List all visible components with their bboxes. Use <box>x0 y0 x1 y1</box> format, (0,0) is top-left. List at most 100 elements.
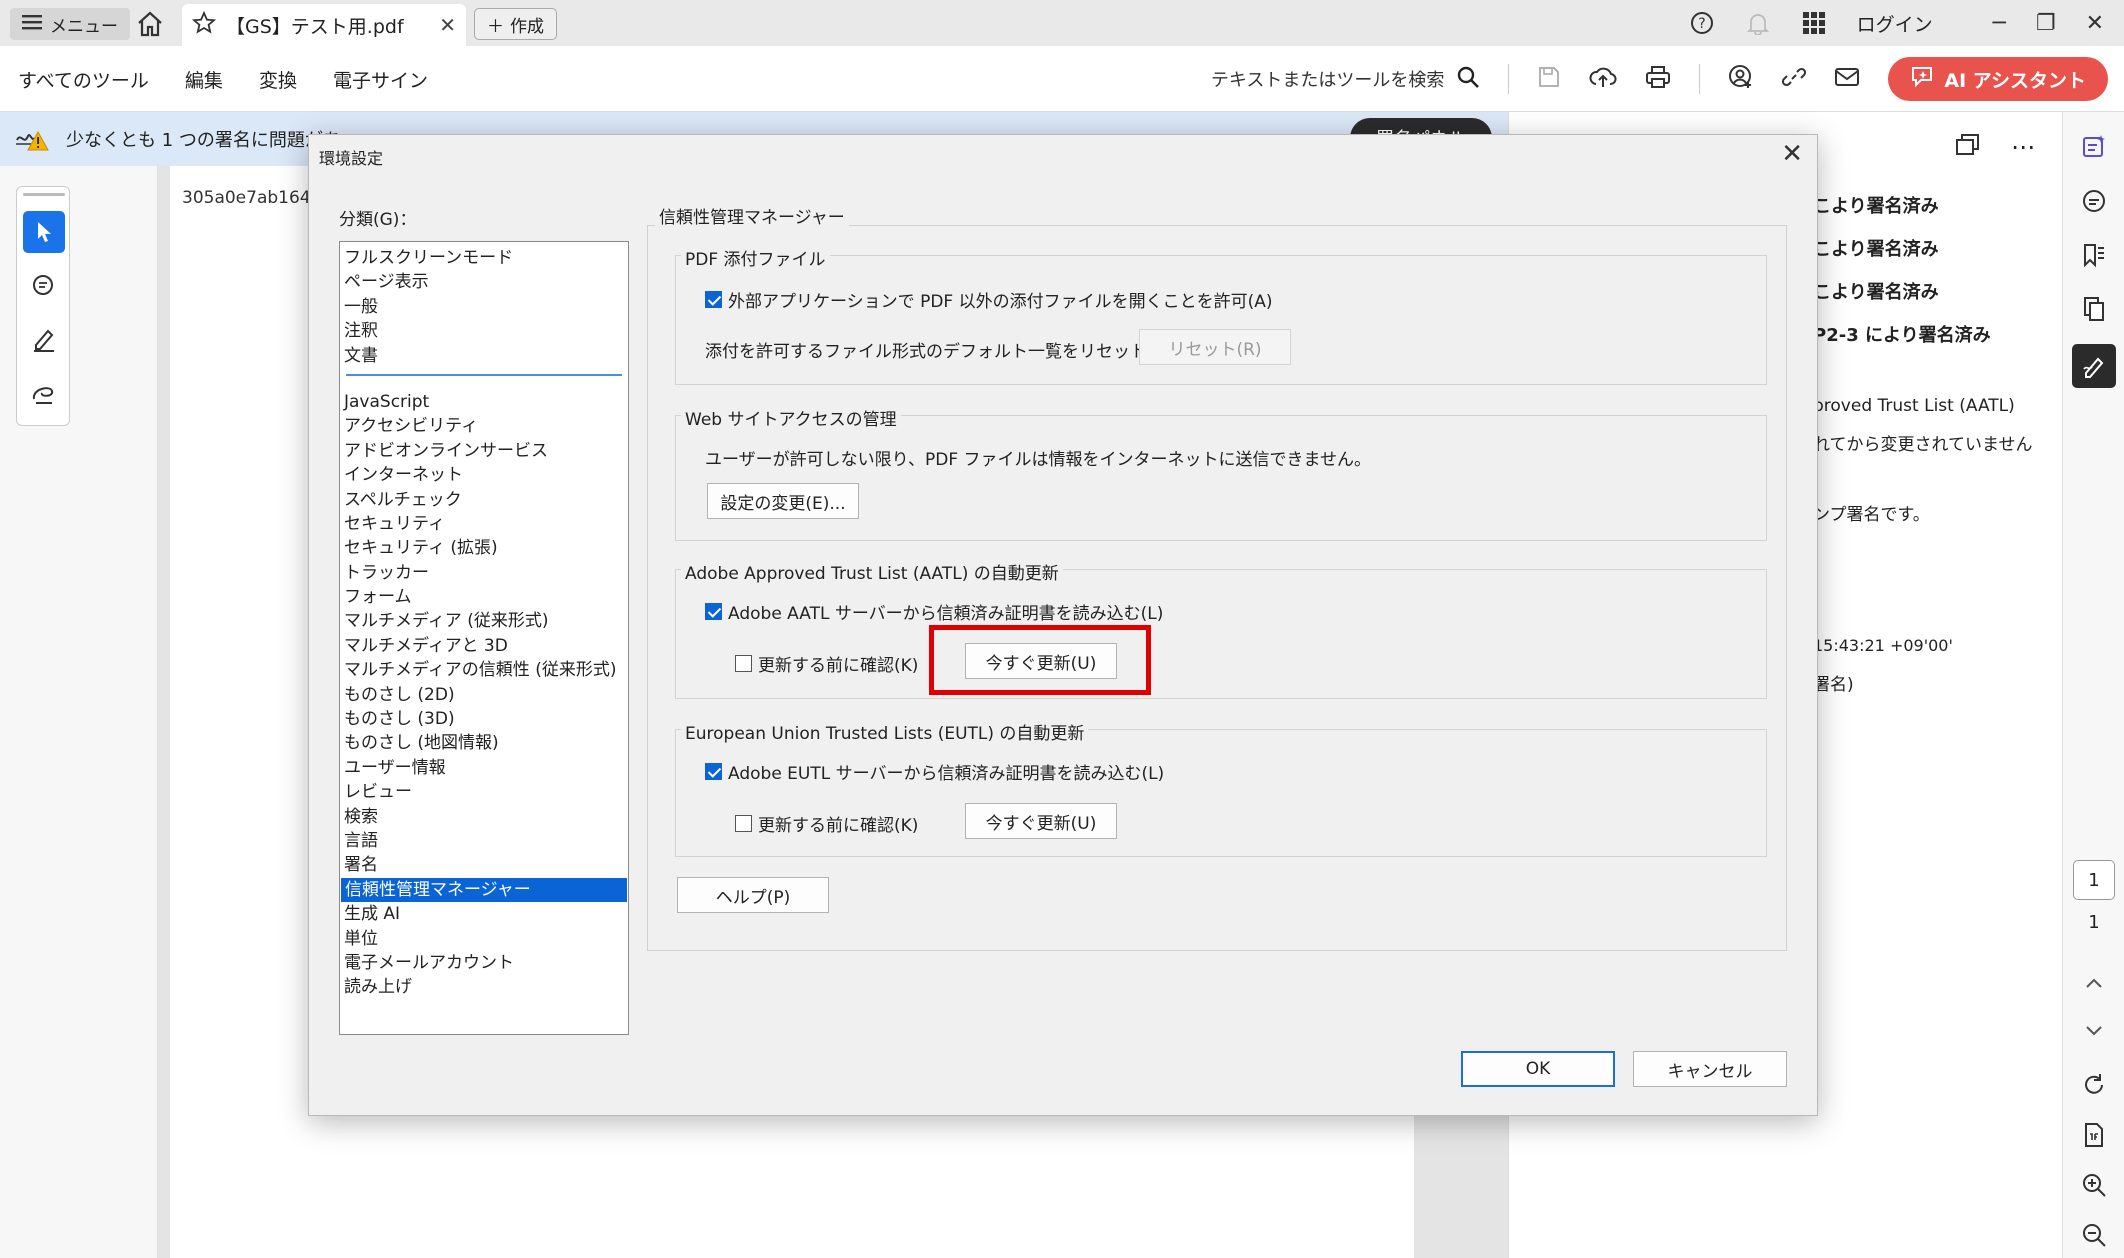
panel-popout-icon[interactable] <box>1955 132 1981 161</box>
help-button[interactable]: ヘルプ(P) <box>677 877 829 913</box>
share-user-icon[interactable] <box>1728 64 1754 95</box>
category-item[interactable]: アクセシビリティ <box>340 414 628 438</box>
category-item[interactable]: マルチメディアの信頼性 (従来形式) <box>340 658 628 682</box>
aatl-confirm-checkbox[interactable] <box>735 655 752 672</box>
category-item[interactable]: JavaScript <box>340 390 628 414</box>
aatl-load-row[interactable]: Adobe AATL サーバーから信頼済み証明書を読み込む(L) <box>705 599 1163 624</box>
reset-description: 添付を許可するファイル形式のデフォルト一覧をリセットする： <box>705 342 1198 362</box>
allow-attachments-checkbox[interactable] <box>705 291 722 308</box>
signature-detail-time: 15:43:21 +09'00' <box>1813 636 1953 655</box>
category-item[interactable]: レビュー <box>340 780 628 804</box>
signature-entry-2[interactable]: こより署名済み <box>1813 235 1939 261</box>
category-item[interactable]: 一般 <box>340 295 628 319</box>
cancel-button[interactable]: キャンセル <box>1633 1051 1787 1087</box>
help-icon[interactable]: ? <box>1689 10 1715 36</box>
category-item[interactable]: アドビオンラインサービス <box>340 439 628 463</box>
print-icon[interactable] <box>1645 65 1671 94</box>
select-cursor-icon[interactable] <box>23 211 65 253</box>
menu-all-tools[interactable]: すべてのツール <box>18 66 149 93</box>
menu-e-sign[interactable]: 電子サイン <box>333 66 428 93</box>
minimize-icon[interactable]: ─ <box>1993 11 2006 36</box>
category-item[interactable]: 言語 <box>340 829 628 853</box>
category-item[interactable]: ユーザー情報 <box>340 756 628 780</box>
menu-convert[interactable]: 変換 <box>259 66 297 93</box>
document-tab[interactable]: 【GS】テスト用.pdf ✕ <box>182 4 466 46</box>
category-list[interactable]: フルスクリーンモード ページ表示 一般 注釈 文書 JavaScript アクセ… <box>339 241 629 1035</box>
dialog-close-icon[interactable]: ✕ <box>1781 139 1803 169</box>
category-item[interactable]: 注釈 <box>340 319 628 343</box>
highlight-pen-icon[interactable] <box>23 319 65 361</box>
zoom-in-icon[interactable] <box>2075 1166 2113 1204</box>
category-item[interactable]: フォーム <box>340 585 628 609</box>
save-icon[interactable] <box>1537 65 1561 94</box>
chevron-down-icon[interactable] <box>2075 1012 2113 1050</box>
change-settings-button[interactable]: 設定の変更(E)... <box>707 483 859 519</box>
comment-icon[interactable] <box>23 265 65 307</box>
signature-panel-icon[interactable] <box>2072 344 2116 388</box>
eutl-confirm-row[interactable]: 更新する前に確認(K) <box>735 811 918 836</box>
category-item[interactable]: 署名 <box>340 853 628 877</box>
category-item[interactable]: 電子メールアカウント <box>340 951 628 975</box>
category-item-selected[interactable]: 信頼性管理マネージャー <box>341 877 627 903</box>
aatl-confirm-row[interactable]: 更新する前に確認(K) <box>735 651 918 676</box>
ai-assistant-button[interactable]: AI アシスタント <box>1888 57 2108 101</box>
category-item[interactable]: インターネット <box>340 463 628 487</box>
zoom-out-icon[interactable] <box>2075 1216 2113 1254</box>
home-icon[interactable] <box>134 8 166 40</box>
rotate-icon[interactable] <box>2075 1066 2113 1104</box>
category-item[interactable]: 読み上げ <box>340 975 628 999</box>
ai-summary-icon[interactable] <box>2075 128 2113 166</box>
category-item[interactable]: マルチメディア (従来形式) <box>340 609 628 633</box>
menu-button[interactable]: メニュー <box>10 8 130 40</box>
aatl-load-checkbox[interactable] <box>705 603 722 620</box>
link-icon[interactable] <box>1782 65 1807 94</box>
more-options-icon[interactable]: ⋯ <box>2011 133 2035 161</box>
category-item[interactable]: ページ表示 <box>340 270 628 294</box>
ok-button[interactable]: OK <box>1461 1051 1615 1087</box>
bookmark-panel-icon[interactable] <box>2075 236 2113 274</box>
category-item[interactable]: 文書 <box>340 344 628 368</box>
signature-entry-3[interactable]: こより署名済み <box>1813 278 1939 304</box>
allow-attachments-row[interactable]: 外部アプリケーションで PDF 以外の添付ファイルを開くことを許可(A) <box>705 287 1272 312</box>
category-item[interactable]: 生成 AI <box>340 902 628 926</box>
category-item[interactable]: マルチメディアと 3D <box>340 634 628 658</box>
cloud-upload-icon[interactable] <box>1589 65 1617 94</box>
draw-freehand-icon[interactable] <box>23 373 65 415</box>
create-button[interactable]: ＋ 作成 <box>474 8 557 40</box>
category-item[interactable]: フルスクリーンモード <box>340 246 628 270</box>
page-fit-icon[interactable] <box>2075 1116 2113 1154</box>
tab-close-icon[interactable]: ✕ <box>439 13 456 37</box>
aatl-group <box>675 569 1767 699</box>
menu-edit[interactable]: 編集 <box>185 66 223 93</box>
category-item[interactable]: セキュリティ <box>340 512 628 536</box>
bell-icon[interactable] <box>1745 10 1771 36</box>
eutl-load-checkbox[interactable] <box>705 763 722 780</box>
restore-icon[interactable]: ❐ <box>2036 11 2056 36</box>
category-item[interactable]: ものさし (3D) <box>340 707 628 731</box>
apps-grid-icon[interactable] <box>1801 10 1827 36</box>
mail-icon[interactable] <box>1834 67 1860 92</box>
toolbar-separator <box>1699 64 1701 94</box>
comments-panel-icon[interactable] <box>2075 182 2113 220</box>
eutl-load-row[interactable]: Adobe EUTL サーバーから信頼済み証明書を読み込む(L) <box>705 759 1164 784</box>
tool-search[interactable]: テキストまたはツールを検索 <box>1211 65 1480 94</box>
eutl-confirm-checkbox[interactable] <box>735 815 752 832</box>
page-number-input[interactable]: 1 <box>2073 860 2115 900</box>
category-item[interactable]: ものさし (地図情報) <box>340 731 628 755</box>
category-item[interactable]: ものさし (2D) <box>340 683 628 707</box>
signature-entry-4[interactable]: P2-3 により署名済み <box>1813 321 1991 347</box>
chevron-up-icon[interactable] <box>2075 964 2113 1002</box>
login-link[interactable]: ログイン <box>1857 10 1933 37</box>
window-close-icon[interactable]: ✕ <box>2086 11 2104 36</box>
category-item[interactable]: セキュリティ (拡張) <box>340 536 628 560</box>
category-item[interactable]: スペルチェック <box>340 488 628 512</box>
category-item[interactable]: トラッカー <box>340 561 628 585</box>
star-icon[interactable] <box>191 10 217 40</box>
drag-handle[interactable] <box>23 193 65 196</box>
signature-entry-1[interactable]: こより署名済み <box>1813 192 1939 218</box>
category-item[interactable]: 単位 <box>340 927 628 951</box>
category-item[interactable]: 検索 <box>340 805 628 829</box>
eutl-update-now-button[interactable]: 今すぐ更新(U) <box>965 803 1117 839</box>
reset-button[interactable]: リセット(R) <box>1139 329 1291 365</box>
pages-panel-icon[interactable] <box>2075 290 2113 328</box>
